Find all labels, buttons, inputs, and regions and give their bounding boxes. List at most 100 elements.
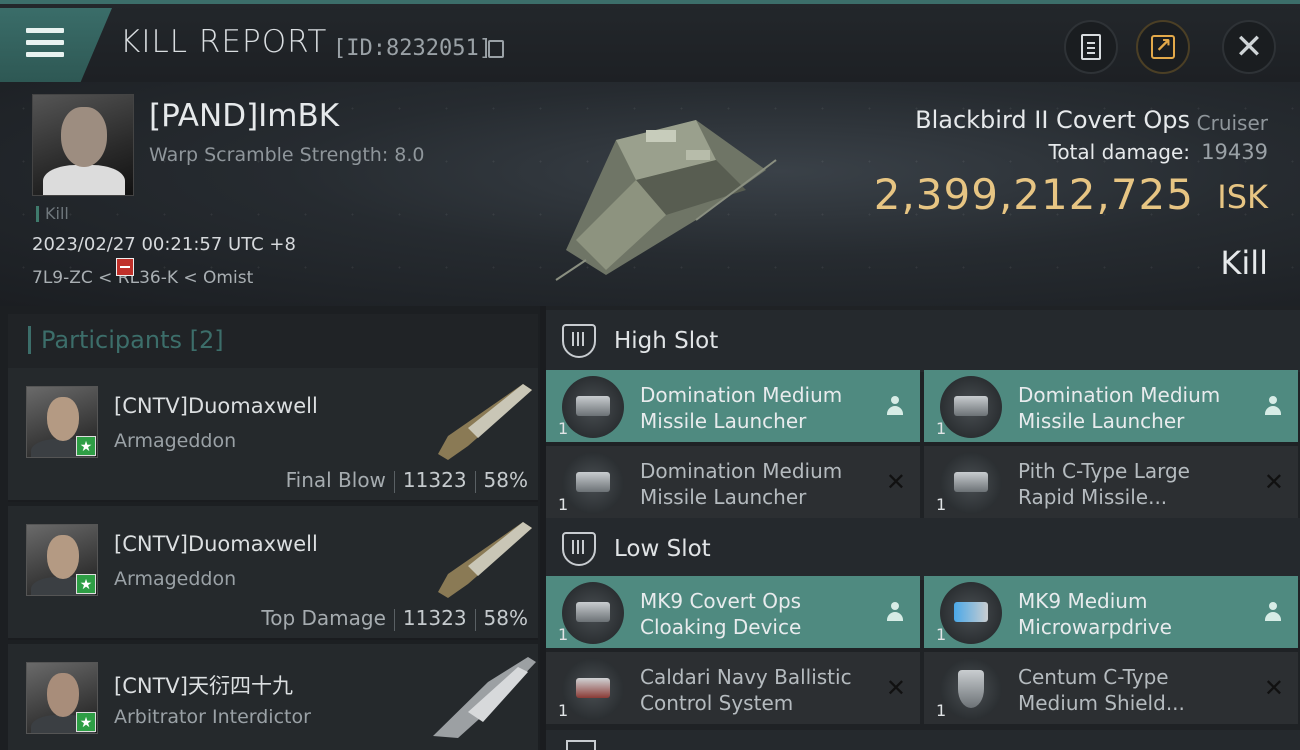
module-name: Domination Medium Missile Launcher [640,383,843,433]
participant-ship: Armageddon [114,568,237,590]
module-item[interactable]: 1 Pith C-Type Large Rapid Missile... ✕ [924,446,1298,518]
total-damage-value: 19439 [1201,140,1268,164]
missile-launcher-icon [562,452,624,514]
module-item[interactable]: 1 Caldari Navy Ballistic Control System … [546,652,920,724]
participant-ship-image [433,657,536,738]
missile-launcher-icon [940,376,1002,438]
participants-panel: Participants [2] ★ [CNTV]Duomaxwell Arma… [0,306,540,750]
victim-ship-image [555,120,777,281]
next-slot-header [546,730,1300,750]
ballistic-control-icon [562,658,624,720]
rapid-missile-launcher-icon [940,452,1002,514]
participant-stats: Top Damage 11323 58% [261,606,528,631]
victim-avatar[interactable] [32,94,134,196]
total-damage-label: Total damage: [1048,140,1191,164]
module-name: Centum C-Type Medium Shield... [1018,665,1185,715]
module-name: Pith C-Type Large Rapid Missile... [1018,459,1190,509]
participant-card[interactable]: ★ [CNTV]Duomaxwell Armageddon Top Damage… [8,506,538,640]
victim-ship-name[interactable]: Blackbird II Covert Ops [915,106,1190,134]
clipboard-icon [1081,34,1101,60]
copy-icon[interactable] [488,40,504,58]
missile-launcher-icon [562,376,624,438]
high-slot-title: High Slot [614,328,719,354]
participants-label: Participants [2] [28,326,224,354]
module-item[interactable]: 1 Domination Medium Missile Launcher ✕ [546,446,920,518]
module-quantity: 1 [558,419,569,438]
star-icon: ★ [76,712,96,732]
participant-percent: 58% [483,468,528,492]
low-slot-title: Low Slot [614,536,711,562]
destroyed-icon: ✕ [1263,468,1284,496]
isk-value: 2,399,212,725 [873,170,1194,219]
module-quantity: 1 [558,625,569,644]
destroyed-icon: ✕ [885,468,906,496]
share-button[interactable] [1136,20,1190,74]
participant-ship-image [438,522,532,598]
header-bar: KILL REPORT [ID:8232051] ✕ [0,0,1300,82]
participant-role: Final Blow [285,468,386,492]
module-item[interactable]: 1 Domination Medium Missile Launcher [546,370,920,442]
star-icon: ★ [76,436,96,456]
dropped-icon [1264,602,1282,622]
hamburger-icon [26,28,64,58]
module-name: Caldari Navy Ballistic Control System [640,665,852,715]
kill-timestamp: 2023/02/27 00:21:57 UTC +8 [32,234,296,255]
module-quantity: 1 [936,495,947,514]
high-slot-header: High Slot [546,310,1300,372]
module-name: Domination Medium Missile Launcher [640,459,843,509]
warp-scramble-strength: Warp Scramble Strength: 8.0 [149,144,425,166]
destroyed-icon: ✕ [1263,674,1284,702]
participant-name: [CNTV]天衍四十九 [114,674,293,698]
kill-tag: Kill [36,206,69,222]
module-item[interactable]: 1 MK9 Covert Ops Cloaking Device [546,576,920,648]
victim-ship-class: Cruiser [1196,111,1268,135]
close-button[interactable]: ✕ [1222,20,1276,74]
participant-card[interactable]: ★ [CNTV]天衍四十九 Arbitrator Interdictor [8,644,538,750]
module-quantity: 1 [936,625,947,644]
slot-icon [566,740,596,750]
dropped-icon [886,396,904,416]
module-item[interactable]: 1 MK9 Medium Microwarpdrive [924,576,1298,648]
module-name: MK9 Covert Ops Cloaking Device [640,589,802,639]
dropped-icon [1264,396,1282,416]
participant-percent: 58% [483,606,528,630]
participant-stats: Final Blow 11323 58% [286,468,528,493]
shield-extender-icon [940,658,1002,720]
clipboard-button[interactable] [1064,20,1118,74]
module-quantity: 1 [558,495,569,514]
participant-damage: 11323 [402,606,467,630]
participant-name: [CNTV]Duomaxwell [114,532,318,556]
participant-role: Top Damage [261,606,386,630]
participant-ship: Armageddon [114,430,237,452]
hostile-badge [116,258,134,276]
module-name: MK9 Medium Microwarpdrive [1018,589,1172,639]
victim-banner: [PAND]ImBK Warp Scramble Strength: 8.0 K… [0,82,1300,306]
isk-unit: ISK [1217,178,1268,216]
high-slot-icon [562,324,596,358]
module-quantity: 1 [936,701,947,720]
cloaking-device-icon [562,582,624,644]
victim-name[interactable]: [PAND]ImBK [149,98,339,134]
destroyed-icon: ✕ [885,674,906,702]
participant-ship-image [438,384,532,460]
close-icon: ✕ [1234,27,1264,67]
participant-card[interactable]: ★ [CNTV]Duomaxwell Armageddon Final Blow… [8,368,538,502]
participant-name: [CNTV]Duomaxwell [114,394,318,418]
kill-location[interactable]: 7L9-ZC < RL36-K < Omist [32,268,253,288]
dropped-icon [886,602,904,622]
kill-id: [ID:8232051] [333,36,492,61]
module-item[interactable]: 1 Centum C-Type Medium Shield... ✕ [924,652,1298,724]
participant-damage: 11323 [402,468,467,492]
microwarpdrive-icon [940,582,1002,644]
low-slot-header: Low Slot [546,518,1300,580]
page-title: KILL REPORT [120,24,328,60]
fitting-panel: High Slot 1 Domination Medium Missile La… [546,306,1300,750]
low-slot-icon [562,532,596,566]
share-icon [1151,33,1175,59]
module-quantity: 1 [558,701,569,720]
kill-type: Kill [1220,244,1268,282]
participants-header: Participants [2] [8,314,538,370]
menu-button[interactable] [0,8,112,82]
module-item[interactable]: 1 Domination Medium Missile Launcher [924,370,1298,442]
participant-ship: Arbitrator Interdictor [114,706,311,728]
